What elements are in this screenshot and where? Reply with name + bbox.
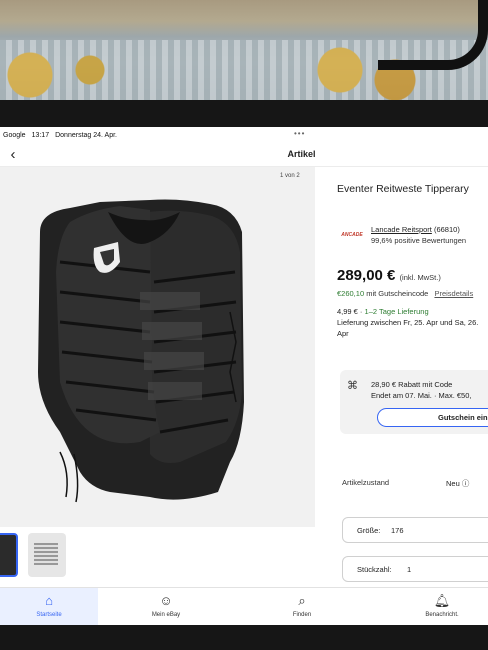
seller-score: (66810) [433, 225, 460, 234]
product-image-vest [38, 199, 244, 503]
home-icon: ⌂ [45, 593, 53, 608]
quantity-selector[interactable]: Stückzahl: 1 [342, 556, 488, 582]
nav-notifications-label: Benachricht. [425, 612, 459, 618]
status-app: Google [3, 131, 26, 139]
price-tax-note: (inkl. MwSt.) [399, 273, 441, 282]
condition-value: Neu ⓘ [446, 478, 469, 489]
status-bar: Google 13:17 Donnerstag 24. Apr. [0, 127, 488, 143]
product-details: Eventer Reitweste Tipperary ANCADE Lanca… [337, 167, 488, 587]
price-value: 289,00 € [337, 267, 396, 284]
thumbnail-1[interactable] [0, 533, 18, 577]
coupon-price-line: €260,10 mit Gutscheincode Preisdetails [337, 289, 473, 298]
nav-find[interactable]: ⌕ Finden [262, 588, 342, 625]
search-icon: ⌕ [298, 593, 306, 608]
nav-home[interactable]: ⌂ Startseite [0, 588, 98, 625]
thumbnail-strip [0, 531, 315, 579]
nav-my-ebay[interactable]: ☺ Mein eBay [126, 588, 206, 625]
glasses-frame [378, 0, 488, 70]
redeem-coupon-button[interactable]: Gutschein einlösen [377, 408, 488, 427]
tablet-screen: Google 13:17 Donnerstag 24. Apr. ••• ‹ A… [0, 127, 488, 625]
coupon-price-value: €260,10 [337, 289, 365, 298]
seller-info: Lancade Reitsport (66810) [371, 225, 460, 234]
status-date: Donnerstag 24. Apr. [55, 131, 117, 139]
quantity-label: Stückzahl: [357, 565, 392, 574]
background-table-cloth [0, 0, 488, 105]
quantity-value: 1 [407, 565, 412, 574]
condition-text: Neu [446, 479, 460, 488]
price-details-link[interactable]: Preisdetails [434, 289, 473, 298]
bottom-nav: ⌂ Startseite ☺ Mein eBay ⌕ Finden 🔔︎ Ben… [0, 587, 488, 625]
delivery-window: Lieferung zwischen Fr, 25. Apr und Sa, 2… [337, 318, 479, 327]
product-title: Eventer Reitweste Tipperary [337, 183, 469, 195]
promo-title: 28,90 € Rabatt mit Code [371, 380, 453, 389]
promo-box: ⌘ 28,90 € Rabatt mit Code Endet am 07. M… [340, 370, 488, 434]
size-label: Größe: [357, 526, 381, 535]
nav-find-label: Finden [292, 612, 312, 618]
shipping-speed: 1–2 Tage Lieferung [364, 307, 429, 316]
nav-notifications[interactable]: 🔔︎ Benachricht. [402, 588, 482, 625]
page-title: Artikel [287, 149, 316, 159]
image-counter: 1 von 2 [280, 173, 300, 179]
size-selector[interactable]: Größe: 176 [342, 517, 488, 543]
shipping-cost: 4,99 € · [337, 307, 363, 316]
page-header: ‹ Artikel [0, 143, 488, 167]
nav-home-label: Startseite [36, 612, 62, 618]
seller-rating: 99,6% positive Bewertungen [371, 236, 467, 245]
multitask-dots-icon[interactable]: ••• [294, 129, 305, 138]
bell-icon: 🔔︎ [433, 593, 451, 608]
delivery-window-end: Apr [337, 329, 349, 338]
size-chart-thumbnail [34, 543, 58, 565]
thumbnail-2[interactable] [28, 533, 66, 577]
user-icon: ☺ [159, 593, 173, 608]
seller-logo[interactable]: ANCADE [337, 223, 367, 247]
status-time: 13:17 [31, 131, 50, 139]
product-image-gallery[interactable]: 1 von 2 [0, 167, 315, 527]
shipping-line: 4,99 € · 1–2 Tage Lieferung [337, 307, 429, 316]
nav-my-ebay-label: Mein eBay [151, 612, 181, 618]
price: 289,00 € (inkl. MwSt.) [337, 267, 441, 284]
info-icon[interactable]: ⓘ [462, 479, 470, 488]
condition-label: Artikelzustand [342, 478, 390, 487]
promo-terms: Endet am 07. Mai. · Max. €50, [371, 391, 472, 400]
seller-name-link[interactable]: Lancade Reitsport [371, 225, 432, 234]
coupon-price-suffix: mit Gutscheincode [366, 289, 429, 298]
size-value: 176 [391, 526, 404, 535]
tag-icon: ⌘ [347, 380, 358, 392]
